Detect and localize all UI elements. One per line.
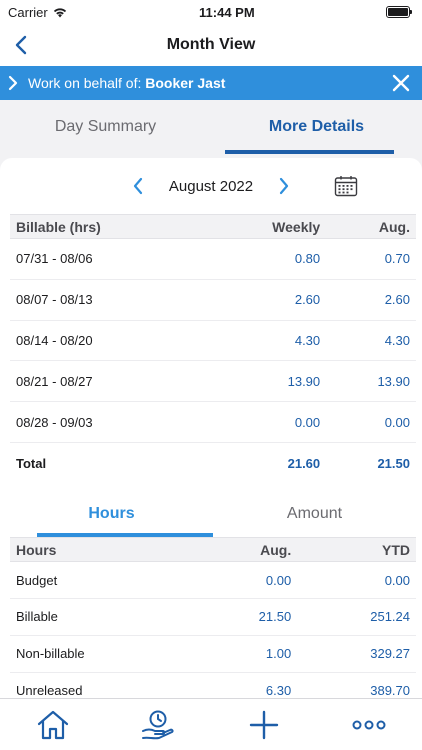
hours-header-row: Hours Aug. YTD [10, 537, 416, 563]
week-range: 08/07 - 08/13 [10, 279, 206, 321]
week-range: 08/14 - 08/20 [10, 320, 206, 362]
ytd-value: 0.00 [297, 561, 416, 600]
table-row: Unreleased 6.30 389.70 [10, 672, 416, 698]
more-button[interactable] [349, 705, 389, 745]
hours-header-month: Aug. [195, 537, 298, 563]
month-value: 21.50 [195, 598, 298, 636]
chevron-right-icon [280, 177, 289, 195]
weekly-value: 0.80 [205, 238, 327, 280]
chevron-right-icon [8, 75, 18, 91]
month-navigator: August 2022 [0, 158, 422, 214]
close-icon [392, 74, 410, 92]
hours-header-ytd: YTD [297, 537, 416, 563]
tab-amount[interactable]: Amount [213, 491, 416, 537]
back-button[interactable] [8, 32, 34, 58]
month-value: 13.90 [326, 360, 416, 403]
hand-clock-icon [142, 710, 174, 739]
carrier-group: Carrier [8, 5, 68, 20]
week-range: 08/21 - 08/27 [10, 360, 206, 403]
billable-header-month: Aug. [326, 214, 416, 239]
timer-button[interactable] [138, 705, 178, 745]
nav-bar: Month View [0, 24, 422, 66]
hours-label: Billable [10, 598, 196, 636]
hours-label: Unreleased [10, 672, 196, 698]
close-behalf-button[interactable] [390, 72, 412, 94]
table-row: Non-billable 1.00 329.27 [10, 635, 416, 673]
hours-table: Hours Aug. YTD Budget 0.00 0.00 Billable… [10, 537, 416, 698]
weekly-value: 2.60 [205, 279, 327, 321]
billable-table: Billable (hrs) Weekly Aug. 07/31 - 08/06… [10, 214, 416, 483]
table-row: Billable 21.50 251.24 [10, 598, 416, 636]
hours-label: Budget [10, 561, 196, 600]
page-title: Month View [166, 36, 256, 53]
chevron-left-icon [15, 35, 27, 55]
table-row: 08/28 - 09/03 0.00 0.00 [10, 401, 416, 443]
table-row: Budget 0.00 0.00 [10, 561, 416, 600]
table-row: 07/31 - 08/06 0.80 0.70 [10, 238, 416, 280]
weekly-value: 0.00 [205, 401, 327, 443]
plus-icon [249, 710, 278, 739]
week-range: 07/31 - 08/06 [10, 238, 206, 280]
month-value: 4.30 [326, 320, 416, 362]
wifi-icon [53, 8, 66, 18]
ytd-value: 389.70 [297, 672, 416, 698]
ytd-value: 251.24 [297, 598, 416, 636]
clock: 11:44 PM [199, 4, 255, 20]
total-weekly-value: 21.60 [287, 455, 321, 471]
billable-header-label: Billable (hrs) [10, 214, 206, 239]
behalf-text: Work on behalf of: Booker Jast [28, 75, 390, 91]
carrier-label: Carrier [8, 4, 48, 20]
more-icon [352, 720, 386, 729]
month-value: 0.70 [326, 238, 416, 280]
behalf-name: Booker Jast [145, 75, 226, 91]
week-range: 08/28 - 09/03 [10, 401, 206, 443]
hours-label: Non-billable [10, 635, 196, 673]
total-row: Total 21.60 21.50 [10, 442, 416, 483]
bottom-toolbar [0, 698, 422, 750]
weekly-value: 4.30 [205, 320, 327, 362]
table-row: 08/07 - 08/13 2.60 2.60 [10, 279, 416, 321]
total-month-value: 21.50 [377, 455, 410, 471]
tab-day-summary[interactable]: Day Summary [0, 100, 211, 154]
add-button[interactable] [244, 705, 284, 745]
battery-icon [385, 6, 412, 18]
table-row: 08/21 - 08/27 13.90 13.90 [10, 360, 416, 403]
month-value: 6.30 [195, 672, 298, 698]
metric-tabs: Hours Amount [10, 491, 416, 538]
month-label: August 2022 [168, 177, 254, 195]
previous-month-button[interactable] [125, 173, 151, 199]
month-value: 1.00 [195, 635, 298, 673]
month-value: 0.00 [326, 401, 416, 443]
month-value: 2.60 [326, 279, 416, 321]
ytd-value: 329.27 [297, 635, 416, 673]
home-icon [37, 710, 68, 739]
month-value: 0.00 [195, 561, 298, 600]
behalf-banner[interactable]: Work on behalf of: Booker Jast [0, 66, 422, 100]
tab-more-details[interactable]: More Details [211, 100, 422, 154]
home-button[interactable] [33, 705, 73, 745]
chevron-left-icon [133, 177, 142, 195]
tab-hours[interactable]: Hours [10, 491, 213, 538]
hours-header-label: Hours [10, 537, 196, 563]
calendar-icon[interactable] [334, 175, 358, 197]
table-row: 08/14 - 08/20 4.30 4.30 [10, 320, 416, 362]
weekly-value: 13.90 [205, 360, 327, 403]
total-label: Total [16, 455, 47, 471]
status-bar: Carrier 11:44 PM [0, 0, 422, 24]
details-card: August 2022 Billable (hrs) Weekly Aug. 0… [0, 158, 422, 698]
view-tabs: Day Summary More Details [0, 100, 422, 154]
billable-header-row: Billable (hrs) Weekly Aug. [10, 214, 416, 239]
behalf-prefix: Work on behalf of: [28, 75, 142, 91]
billable-header-weekly: Weekly [205, 214, 327, 239]
next-month-button[interactable] [271, 173, 297, 199]
